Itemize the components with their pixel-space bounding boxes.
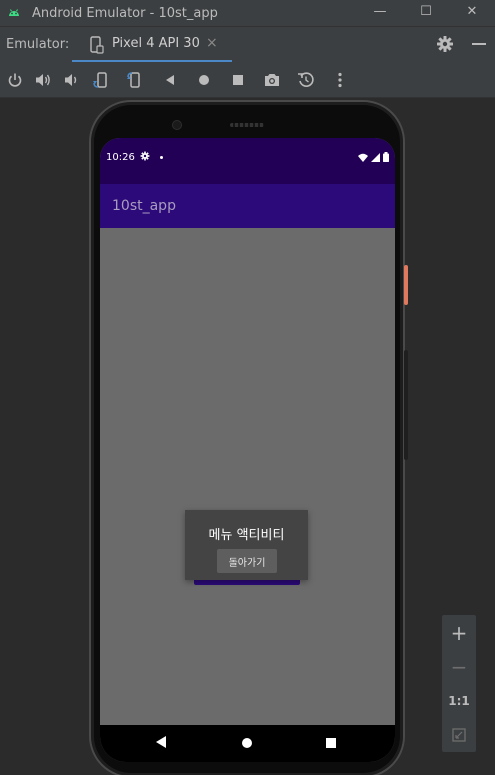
zoom-fit-icon[interactable] xyxy=(452,728,466,742)
nav-home-icon[interactable] xyxy=(241,737,253,749)
front-camera-icon xyxy=(172,120,182,130)
app-title: 10st_app xyxy=(112,198,176,214)
dialog-title: 메뉴 액티비티 xyxy=(208,528,285,543)
device-screen[interactable]: 10:26 10st_app 메뉴 액티비티 돌아가기 xyxy=(100,138,395,762)
notification-dot-icon xyxy=(160,156,163,159)
zoom-one-to-one-button[interactable]: 1:1 xyxy=(442,694,476,708)
power-icon[interactable] xyxy=(5,70,25,90)
activity-content: 메뉴 액티비티 돌아가기 xyxy=(100,228,395,725)
go-back-button[interactable]: 돌아가기 xyxy=(217,549,277,573)
wifi-icon xyxy=(358,153,368,162)
more-icon[interactable] xyxy=(330,70,350,90)
zoom-out-button[interactable]: − xyxy=(442,655,476,679)
emulator-tab-bar: Emulator: Pixel 4 API 30 × xyxy=(0,26,495,63)
status-bar: 10:26 xyxy=(100,138,395,184)
tab-pixel-4-api-30[interactable]: Pixel 4 API 30 × xyxy=(72,27,232,63)
volume-up-icon[interactable] xyxy=(33,70,53,90)
home-icon[interactable] xyxy=(194,70,214,90)
window-title-bar: Android Emulator - 10st_app — ☐ ✕ xyxy=(0,0,495,26)
emulator-label: Emulator: xyxy=(6,37,70,52)
status-settings-icon xyxy=(140,151,150,161)
navigation-bar xyxy=(100,725,395,762)
app-bar: 10st_app xyxy=(100,184,395,228)
minimize-window-button[interactable]: — xyxy=(357,0,403,22)
battery-icon xyxy=(383,152,389,162)
android-logo-icon xyxy=(9,9,19,16)
hide-panel-button[interactable] xyxy=(472,43,486,45)
overview-icon[interactable] xyxy=(228,70,248,90)
nav-overview-icon[interactable] xyxy=(325,737,337,749)
earpiece-speaker xyxy=(230,123,264,127)
menu-activity-dialog: 메뉴 액티비티 돌아가기 xyxy=(185,510,308,580)
emulator-toolbar xyxy=(0,62,495,98)
status-icons xyxy=(358,152,389,162)
close-window-button[interactable]: ✕ xyxy=(449,0,495,22)
back-icon[interactable] xyxy=(160,70,180,90)
volume-down-icon[interactable] xyxy=(61,70,81,90)
zoom-in-button[interactable]: + xyxy=(442,621,476,645)
tab-label: Pixel 4 API 30 xyxy=(112,36,200,51)
window-title: Android Emulator - 10st_app xyxy=(32,5,218,21)
nav-back-icon[interactable] xyxy=(155,735,167,749)
screenshot-icon[interactable] xyxy=(262,70,282,90)
rotate-left-icon[interactable] xyxy=(91,70,111,90)
maximize-glyph: ☐ xyxy=(420,3,432,19)
zoom-panel: + − 1:1 xyxy=(442,615,476,752)
tab-close-icon[interactable]: × xyxy=(206,35,218,51)
volume-side-button xyxy=(404,350,408,460)
maximize-window-button[interactable]: ☐ xyxy=(403,0,449,22)
power-side-button xyxy=(404,265,408,305)
signal-icon xyxy=(371,152,380,162)
minimize-glyph: — xyxy=(373,3,387,19)
snapshot-icon[interactable] xyxy=(296,70,316,90)
device-icon xyxy=(90,36,104,54)
close-glyph: ✕ xyxy=(466,3,478,19)
status-time: 10:26 xyxy=(106,152,135,163)
rotate-right-icon[interactable] xyxy=(126,70,146,90)
settings-gear-icon[interactable] xyxy=(436,35,454,53)
